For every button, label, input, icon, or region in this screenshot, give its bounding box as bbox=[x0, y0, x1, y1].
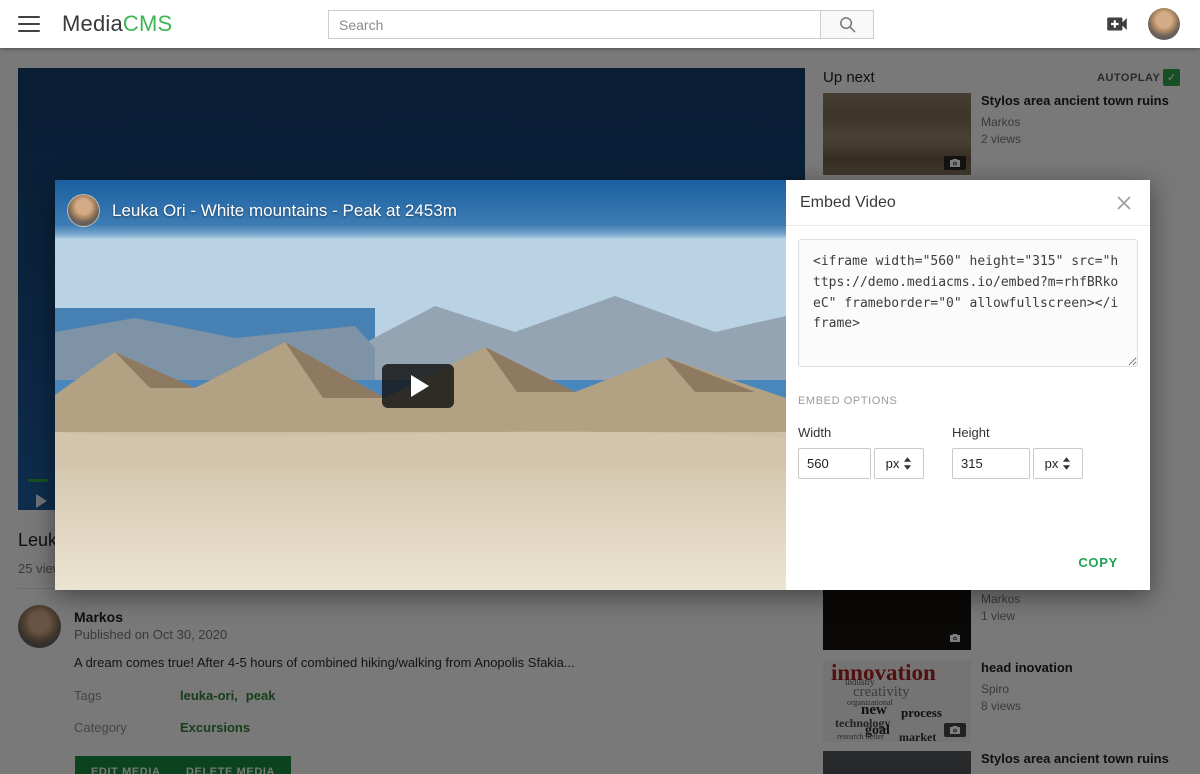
play-button[interactable] bbox=[382, 364, 454, 408]
height-unit-value: px bbox=[1045, 456, 1059, 471]
upload-video-icon[interactable] bbox=[1104, 11, 1130, 37]
unfold-arrows-icon bbox=[903, 457, 912, 470]
height-field-group: Height px bbox=[952, 425, 1083, 479]
height-input[interactable] bbox=[952, 448, 1030, 479]
dialog-title: Embed Video bbox=[800, 194, 896, 212]
dimension-fields: Width px Height bbox=[798, 425, 1138, 479]
close-icon[interactable] bbox=[1112, 191, 1136, 215]
embed-options-label: EMBED OPTIONS bbox=[798, 395, 1138, 407]
width-label: Width bbox=[798, 425, 924, 440]
logo-text-cms: CMS bbox=[123, 11, 173, 36]
search-button[interactable] bbox=[820, 10, 874, 39]
mediacms-logo[interactable]: MediaCMS bbox=[62, 11, 172, 37]
height-label: Height bbox=[952, 425, 1083, 440]
search-bar bbox=[328, 10, 874, 39]
dialog-header: Embed Video bbox=[786, 180, 1150, 226]
uploader-avatar[interactable] bbox=[67, 194, 100, 227]
play-icon bbox=[411, 375, 429, 397]
search-input[interactable] bbox=[328, 10, 820, 39]
width-unit-select[interactable]: px bbox=[874, 448, 924, 479]
header-actions bbox=[1104, 0, 1180, 48]
unfold-arrows-icon bbox=[1062, 457, 1071, 470]
embed-code-textarea[interactable]: <iframe width="560" height="315" src="ht… bbox=[798, 239, 1138, 367]
top-navbar: MediaCMS bbox=[0, 0, 1200, 48]
height-unit-select[interactable]: px bbox=[1033, 448, 1083, 479]
dialog-footer: COPY bbox=[798, 549, 1138, 590]
preview-video-title[interactable]: Leuka Ori - White mountains - Peak at 24… bbox=[112, 201, 457, 221]
menu-icon[interactable] bbox=[18, 16, 40, 32]
search-icon bbox=[838, 15, 857, 34]
preview-titlebar: Leuka Ori - White mountains - Peak at 24… bbox=[67, 194, 457, 227]
mediacms-app: Leuka Ori - White mountains - Peak at 24… bbox=[0, 0, 1200, 774]
copy-button[interactable]: COPY bbox=[1074, 549, 1122, 576]
embed-dialog: Leuka Ori - White mountains - Peak at 24… bbox=[55, 180, 1150, 590]
user-avatar[interactable] bbox=[1148, 8, 1180, 40]
dialog-body: <iframe width="560" height="315" src="ht… bbox=[786, 226, 1150, 590]
width-unit-value: px bbox=[886, 456, 900, 471]
width-field-group: Width px bbox=[798, 425, 924, 479]
embed-video-preview[interactable]: Leuka Ori - White mountains - Peak at 24… bbox=[55, 180, 786, 590]
logo-text-media: Media bbox=[62, 11, 123, 36]
width-input[interactable] bbox=[798, 448, 871, 479]
embed-panel: Embed Video <iframe width="560" height="… bbox=[786, 180, 1150, 590]
